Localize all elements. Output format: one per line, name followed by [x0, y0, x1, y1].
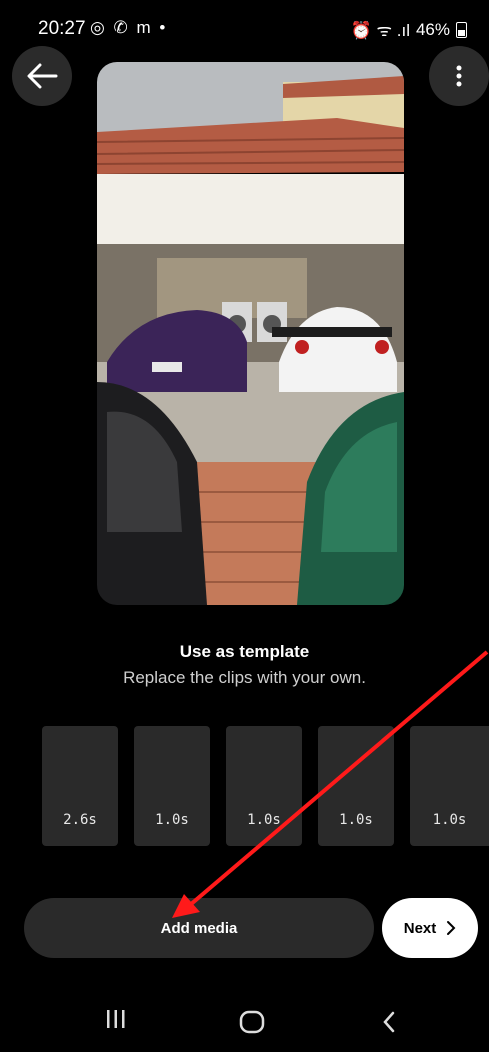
clip-duration: 2.6s — [63, 812, 97, 828]
add-media-button[interactable]: Add media — [24, 898, 374, 958]
status-right: ⏰ ᯤ .ıl 46% — [351, 18, 467, 41]
recents-icon — [107, 1010, 125, 1028]
home-icon — [239, 1010, 265, 1034]
video-preview[interactable] — [97, 62, 404, 605]
next-button[interactable]: Next — [382, 898, 478, 958]
signal-icons: ⏰ ᯤ .ıl — [350, 21, 410, 40]
clip-slot-3[interactable]: 1.0s — [226, 726, 302, 846]
more-options-button[interactable] — [429, 46, 489, 106]
clip-slot-4[interactable]: 1.0s — [318, 726, 394, 846]
clip-slot-1[interactable]: 2.6s — [42, 726, 118, 846]
arrow-left-icon — [27, 63, 58, 89]
clip-duration: 1.0s — [247, 812, 281, 828]
more-vertical-icon — [456, 65, 462, 87]
clip-duration: 1.0s — [339, 812, 373, 828]
battery-percent: 46% — [415, 19, 450, 39]
home-button[interactable] — [239, 1010, 265, 1039]
clip-duration: 1.0s — [432, 812, 467, 828]
back-button[interactable] — [12, 46, 72, 106]
status-app-icons: ◎ ✆ m • — [90, 18, 168, 37]
add-media-label: Add media — [160, 919, 238, 937]
clip-slot-5[interactable]: 1.0s — [410, 726, 489, 846]
template-subtitle: Replace the clips with your own. — [123, 668, 366, 687]
status-time: 20:27 — [38, 18, 86, 39]
chevron-right-icon — [447, 921, 456, 935]
recents-button[interactable] — [105, 1008, 127, 1035]
next-label: Next — [403, 919, 437, 937]
back-chevron-icon — [383, 1011, 395, 1033]
clip-duration: 1.0s — [155, 812, 189, 828]
system-back-button[interactable] — [380, 1010, 398, 1039]
template-title: Use as template — [179, 642, 310, 661]
clip-slot-2[interactable]: 1.0s — [134, 726, 210, 846]
preview-image — [97, 62, 404, 605]
battery-icon — [456, 21, 467, 38]
